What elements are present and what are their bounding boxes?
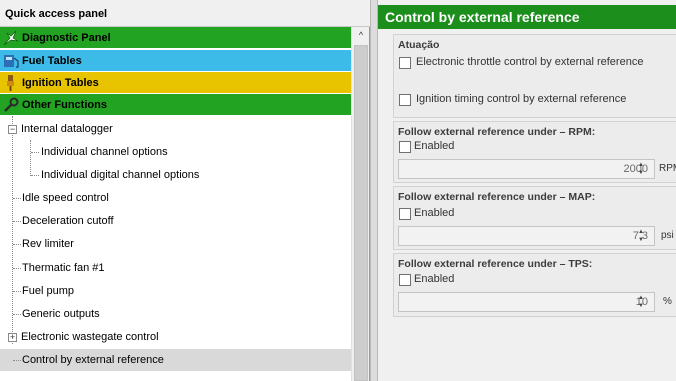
- map-unit: psi: [661, 230, 674, 241]
- tree-item-fuel-pump[interactable]: Fuel pump: [0, 280, 351, 302]
- rpm-reference-group: Follow external reference under – RPM: E…: [393, 121, 676, 183]
- map-reference-group: Follow external reference under – MAP: E…: [393, 186, 676, 250]
- map-enabled-checkbox[interactable]: [399, 208, 411, 220]
- rpm-value-spinbox[interactable]: 2000 ▲▼ RPM: [398, 159, 676, 179]
- map-value-field[interactable]: [398, 226, 655, 246]
- quick-access-panel: Quick access panel Diagnostic Panel Fuel…: [0, 0, 370, 381]
- tree-item-label: Internal datalogger: [21, 123, 113, 135]
- tree-connector: [31, 152, 39, 153]
- tree-item-label: Electronic wastegate control: [21, 331, 159, 343]
- tree-item-rev-limiter[interactable]: Rev limiter: [0, 233, 351, 255]
- electronic-throttle-checkbox[interactable]: [399, 57, 411, 69]
- actuation-group: Atuação Electronic throttle control by e…: [393, 34, 676, 118]
- quick-access-panel-header: Quick access panel: [0, 0, 370, 27]
- tree-connector: [31, 175, 39, 176]
- spin-arrows-icon[interactable]: ▲ ▼: [636, 161, 646, 177]
- tree-item-generic-outputs[interactable]: Generic outputs: [0, 303, 351, 325]
- category-fuel-tables[interactable]: Fuel Tables: [0, 50, 351, 72]
- page-title: Control by external reference: [385, 9, 580, 25]
- tps-value-spinbox[interactable]: 10 ▲ ▼ %: [398, 292, 676, 312]
- tree-connector: [13, 268, 21, 269]
- tps-reference-group: Follow external reference under – TPS: E…: [393, 253, 676, 317]
- map-value-spinbox[interactable]: 7.3 ▲ ▼ psi: [398, 226, 676, 246]
- tree-connector: [13, 314, 21, 315]
- tree-item-deceleration-cutoff[interactable]: Deceleration cutoff: [0, 210, 351, 232]
- tps-enabled-checkbox[interactable]: [399, 274, 411, 286]
- tree-item-internal-datalogger[interactable]: − Internal datalogger: [0, 118, 351, 140]
- scroll-thumb[interactable]: [354, 45, 368, 381]
- tree-item-individual-channel-options[interactable]: Individual channel options: [0, 141, 351, 163]
- scroll-up-button[interactable]: ^: [352, 27, 370, 44]
- rpm-unit: RPM: [659, 163, 676, 174]
- tree-item-label: Rev limiter: [22, 238, 74, 250]
- ignition-timing-checkbox[interactable]: [399, 94, 411, 106]
- other-functions-icon: [4, 97, 19, 112]
- diagnostic-icon: [3, 30, 19, 46]
- tree-connector: [13, 221, 21, 222]
- tree-connector: [13, 360, 21, 361]
- checkbox-label: Enabled: [414, 140, 455, 152]
- quick-access-panel-title: Quick access panel: [5, 8, 108, 20]
- tree-item-label: Generic outputs: [22, 308, 100, 320]
- category-label: Ignition Tables: [22, 77, 99, 89]
- tps-unit: %: [663, 296, 672, 307]
- tree-item-idle-speed-control[interactable]: Idle speed control: [0, 187, 351, 209]
- tree-item-electronic-wastegate-control[interactable]: + Electronic wastegate control: [0, 326, 351, 348]
- category-label: Diagnostic Panel: [22, 32, 111, 44]
- tree-item-control-by-external-reference[interactable]: Control by external reference: [0, 349, 351, 371]
- group-title: Follow external reference under – MAP:: [398, 191, 596, 203]
- rpm-value-field[interactable]: [398, 159, 655, 179]
- vertical-scrollbar[interactable]: ^: [351, 27, 369, 381]
- tree-item-label: Deceleration cutoff: [22, 215, 114, 227]
- settings-panel: Control by external reference Atuação El…: [378, 0, 676, 381]
- spin-arrows-icon[interactable]: ▲ ▼: [636, 294, 646, 310]
- group-title: Atuação: [398, 39, 440, 51]
- category-ignition-tables[interactable]: Ignition Tables: [0, 72, 351, 94]
- category-other-functions[interactable]: Other Functions: [0, 94, 351, 116]
- tree-item-label: Individual channel options: [41, 146, 168, 158]
- tree-connector: [13, 198, 21, 199]
- tree-item-label: Control by external reference: [22, 354, 164, 366]
- spin-arrows-icon[interactable]: ▲ ▼: [636, 228, 646, 244]
- tree-item-label: Individual digital channel options: [41, 169, 200, 181]
- tree-item-label: Thermatic fan #1: [22, 262, 105, 274]
- category-label: Other Functions: [22, 99, 107, 111]
- settings-panel-header: Control by external reference: [378, 5, 676, 29]
- group-title: Follow external reference under – RPM:: [398, 126, 596, 138]
- ignition-tables-icon: [7, 75, 14, 91]
- rpm-enabled-checkbox[interactable]: [399, 141, 411, 153]
- category-diagnostic-panel[interactable]: Diagnostic Panel: [0, 27, 351, 49]
- fuel-tables-icon: [4, 55, 19, 68]
- group-title: Follow external reference under – TPS:: [398, 258, 593, 270]
- tree-item-label: Idle speed control: [22, 192, 109, 204]
- checkbox-label: Enabled: [414, 207, 455, 219]
- checkbox-label: Enabled: [414, 273, 455, 285]
- tree-item-thermatic-fan-1[interactable]: Thermatic fan #1: [0, 257, 351, 279]
- tree-connector: [13, 291, 21, 292]
- checkbox-label: Ignition timing control by external refe…: [416, 93, 627, 105]
- tps-value-field[interactable]: [398, 292, 655, 312]
- expand-icon[interactable]: +: [8, 333, 17, 342]
- category-label: Fuel Tables: [22, 55, 82, 67]
- tree-item-individual-digital-channel-options[interactable]: Individual digital channel options: [0, 164, 351, 186]
- panel-splitter[interactable]: [370, 0, 378, 381]
- checkbox-label: Electronic throttle control by external …: [416, 56, 644, 68]
- tree-connector: [13, 244, 21, 245]
- tree-item-label: Fuel pump: [22, 285, 74, 297]
- collapse-icon[interactable]: −: [8, 125, 17, 134]
